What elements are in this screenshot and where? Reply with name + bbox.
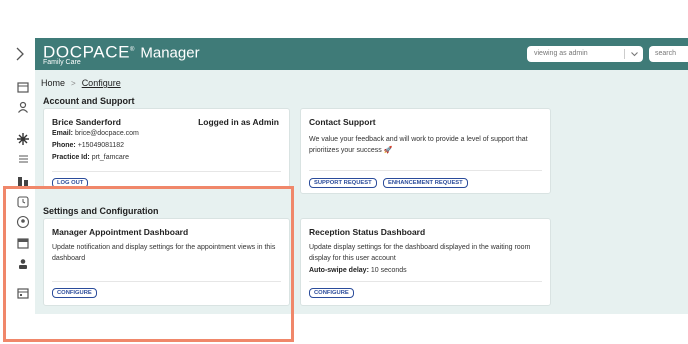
brand-suffix: Manager <box>140 44 200 62</box>
app-header: DOCPACE® Manager Family Care viewing as … <box>35 38 688 70</box>
breadcrumb-separator: > <box>71 79 76 88</box>
account-card: Brice Sanderford Logged in as Admin Emai… <box>43 108 290 188</box>
search-placeholder: search <box>655 50 677 57</box>
card-divider <box>52 171 281 172</box>
chevron-down-icon[interactable] <box>630 50 639 58</box>
reception-dashboard-card: Reception Status Dashboard Update displa… <box>300 218 551 306</box>
phone-label: Phone: <box>52 142 76 149</box>
email-label: Email: <box>52 130 74 137</box>
breadcrumb-home[interactable]: Home <box>41 78 65 88</box>
user-icon[interactable] <box>16 100 30 114</box>
practice-name: Family Care <box>43 59 81 66</box>
reception-dashboard-title: Reception Status Dashboard <box>309 227 426 237</box>
list-icon[interactable] <box>16 152 30 166</box>
enhancement-request-button[interactable]: ENHANCEMENT REQUEST <box>383 178 468 188</box>
card-divider <box>309 281 542 282</box>
practice-row: Practice Id: prt_famcare <box>52 154 129 161</box>
email-value: brice@docpace.com <box>74 130 139 137</box>
contact-support-title: Contact Support <box>309 117 376 127</box>
expand-chevron-icon[interactable] <box>14 46 26 62</box>
practice-label: Practice Id: <box>52 154 90 161</box>
section-account-title: Account and Support <box>43 96 135 106</box>
card-divider <box>309 170 542 171</box>
breadcrumb: Home > Configure <box>41 78 121 88</box>
auto-swipe-row: Auto-swipe delay: 10 seconds <box>309 267 407 274</box>
phone-row: Phone: +15049081182 <box>52 142 124 149</box>
viewing-as-select[interactable]: viewing as admin <box>527 46 643 62</box>
select-separator <box>624 49 625 59</box>
auto-swipe-label: Auto-swipe delay: <box>309 267 369 274</box>
contact-support-description: We value your feedback and will work to … <box>309 136 528 154</box>
configure-reception-button[interactable]: CONFIGURE <box>309 288 354 298</box>
search-input[interactable]: search <box>649 46 688 62</box>
account-name: Brice Sanderford <box>52 117 121 127</box>
calendar-icon[interactable] <box>16 80 30 94</box>
login-status: Logged in as Admin <box>198 117 279 127</box>
breadcrumb-configure[interactable]: Configure <box>82 78 121 88</box>
app-page: DOCPACE® Manager Family Care viewing as … <box>0 0 688 344</box>
phone-value: +15049081182 <box>77 142 125 149</box>
auto-swipe-value: 10 seconds <box>370 267 407 274</box>
reception-dashboard-description: Update display settings for the dashboar… <box>309 244 531 262</box>
practice-value: prt_famcare <box>91 154 130 161</box>
sparkle-icon[interactable] <box>16 132 30 146</box>
highlight-box <box>3 186 294 342</box>
viewing-as-value: viewing as admin <box>534 50 588 57</box>
contact-support-card: Contact Support We value your feedback a… <box>300 108 551 194</box>
email-row: Email: brice@docpace.com <box>52 130 139 137</box>
support-request-button[interactable]: SUPPORT REQUEST <box>309 178 377 188</box>
